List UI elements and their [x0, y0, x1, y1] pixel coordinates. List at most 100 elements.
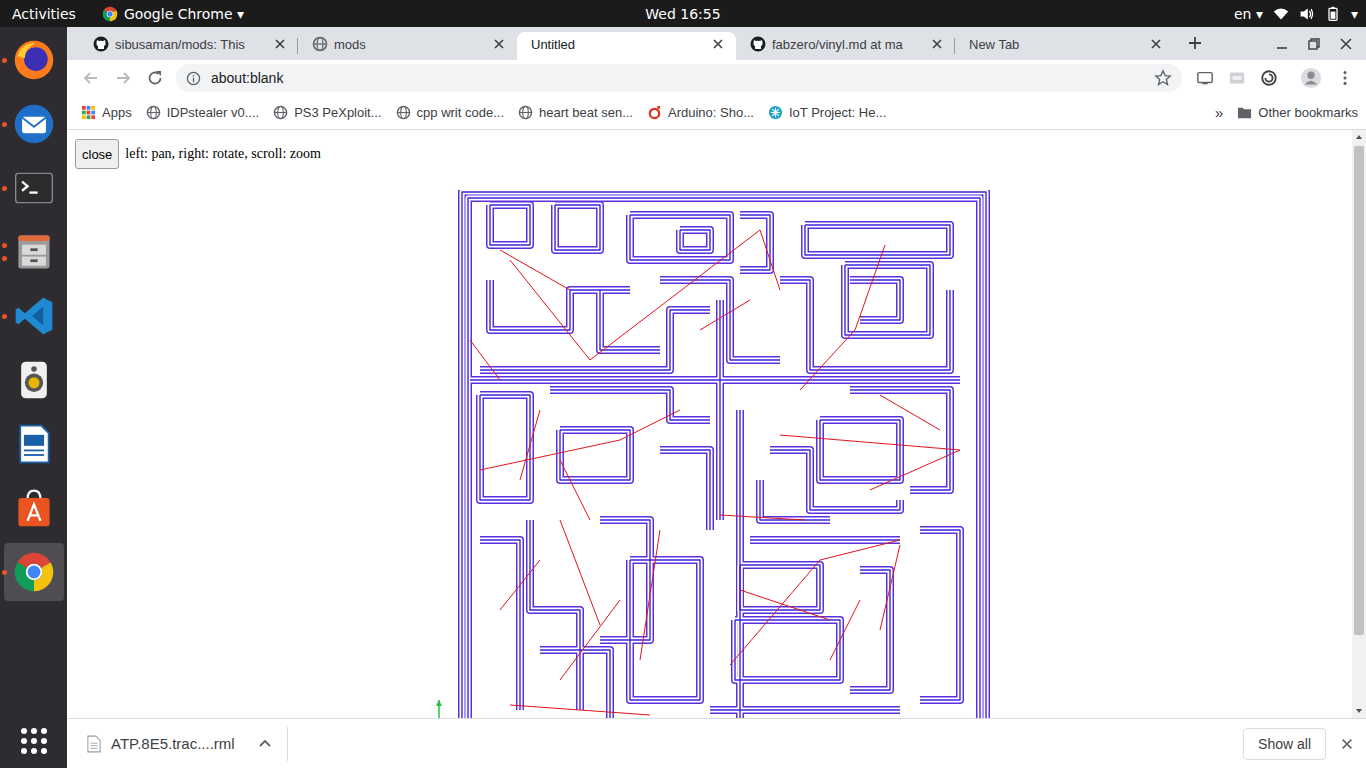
- toolpath-trace-center: [462, 192, 986, 718]
- info-icon[interactable]: [186, 71, 201, 86]
- toolpath-trace-gap: [530, 520, 580, 710]
- tab-close-icon[interactable]: [710, 36, 726, 52]
- dock-item[interactable]: [4, 543, 64, 601]
- toolpath-trace-center: [600, 520, 650, 640]
- toolpath-trace-center: [480, 310, 710, 370]
- toolpath-trace-gap: [920, 530, 960, 700]
- system-menu-arrow[interactable]: ▾: [1351, 6, 1358, 22]
- rapid-move: [870, 450, 960, 490]
- toolpath-trace-center: [490, 205, 530, 245]
- tab-close-icon[interactable]: [1148, 36, 1164, 52]
- bookmark[interactable]: IoT Project: He...: [768, 105, 886, 120]
- bookmark[interactable]: cpp writ code...: [396, 105, 504, 120]
- dock-item[interactable]: [4, 95, 64, 153]
- show-all-button[interactable]: Show all: [1243, 728, 1326, 760]
- rhythmbox-icon: [12, 358, 56, 402]
- bookmark[interactable]: heart beat sen...: [518, 105, 633, 120]
- tab[interactable]: Untitled: [517, 32, 736, 60]
- scrollbar-thumb[interactable]: [1354, 146, 1364, 635]
- tab[interactable]: New Tab: [955, 32, 1174, 60]
- toolpath-trace-center: [468, 198, 980, 718]
- rapid-move: [855, 245, 885, 330]
- activities-button[interactable]: Activities: [12, 6, 76, 22]
- toolpath-trace-gap: [738, 410, 743, 718]
- tab[interactable]: mods: [298, 32, 517, 60]
- cast-icon[interactable]: [1196, 69, 1214, 87]
- dock-item[interactable]: [4, 351, 64, 409]
- toolpath-trace: [920, 530, 960, 700]
- toolpath-trace-center: [560, 430, 630, 480]
- scroll-up-icon[interactable]: [1352, 130, 1366, 144]
- toolpath-trace-center: [770, 450, 900, 510]
- toolpath-trace-center: [845, 265, 930, 335]
- toolpath-trace-center: [850, 280, 900, 320]
- bookmark[interactable]: PS3 PeXploit...: [273, 105, 381, 120]
- show-applications-button[interactable]: [0, 726, 67, 756]
- globe-icon: [273, 105, 288, 120]
- toolpath-trace-gap: [600, 290, 660, 350]
- toolpath-trace-center: [760, 480, 830, 520]
- tab-close-icon[interactable]: [929, 36, 945, 52]
- dock-item[interactable]: [4, 415, 64, 473]
- language-indicator[interactable]: en ▾: [1234, 6, 1263, 22]
- toolpath-trace-gap: [710, 708, 900, 713]
- close-window-icon[interactable]: [1338, 36, 1354, 52]
- new-tab-icon[interactable]: [1187, 35, 1203, 51]
- address-bar[interactable]: about:blank: [176, 64, 1182, 92]
- toolpath-trace: [480, 310, 710, 370]
- dock-item[interactable]: [4, 287, 64, 345]
- battery-icon: [1325, 6, 1341, 22]
- chevron-up-icon[interactable]: [257, 736, 273, 752]
- minimize-icon[interactable]: [1274, 36, 1290, 52]
- back-arrow-icon[interactable]: [75, 68, 107, 88]
- chrome-icon: [12, 550, 56, 594]
- profile-icon[interactable]: [1300, 67, 1322, 89]
- bookmark[interactable]: Apps: [81, 105, 132, 120]
- toolpath-preview[interactable]: [430, 190, 990, 718]
- bookmarks-bar: Apps IDPstealer v0.... PS3 PeXploit... cpp …: [67, 96, 1366, 130]
- toolpath-trace-center: [780, 280, 950, 370]
- toolpath-trace-gap: [780, 280, 950, 370]
- toolpath-trace-center: [660, 280, 780, 360]
- toolbar: about:blank: [67, 60, 1366, 96]
- toolpath-trace-gap: [600, 520, 650, 640]
- reload-icon[interactable]: [139, 68, 171, 88]
- other-bookmarks[interactable]: Other bookmarks: [1237, 105, 1358, 120]
- tab-close-icon[interactable]: [272, 36, 288, 52]
- scrollbar[interactable]: [1352, 130, 1366, 718]
- download-item[interactable]: ATP.8E5.trac....rml: [87, 735, 273, 753]
- close-button[interactable]: close: [75, 139, 119, 169]
- toolpath-trace: [490, 205, 530, 245]
- clock[interactable]: Wed 16:55: [645, 6, 720, 22]
- scroll-down-icon[interactable]: [1352, 704, 1366, 718]
- globe-icon: [518, 105, 533, 120]
- extension-icon[interactable]: [1260, 69, 1278, 87]
- bookmark-star-icon[interactable]: [1154, 69, 1172, 87]
- toolpath-trace: [530, 520, 580, 710]
- dock-item[interactable]: [4, 479, 64, 537]
- toolpath-trace-center: [739, 410, 740, 718]
- dock-item[interactable]: [4, 223, 64, 281]
- bookmark[interactable]: IDPstealer v0....: [146, 105, 259, 120]
- tab-close-icon[interactable]: [491, 36, 507, 52]
- thunderbird-icon: [12, 102, 56, 146]
- app-menu[interactable]: Google Chrome ▾: [102, 6, 244, 22]
- dock-item[interactable]: [4, 159, 64, 217]
- rapid-move: [470, 340, 500, 380]
- bookmarks-overflow-button[interactable]: »: [1215, 104, 1223, 121]
- toolpath-trace-gap: [805, 225, 950, 255]
- tab[interactable]: fabzero/vinyl.md at ma: [736, 32, 955, 60]
- tab[interactable]: sibusaman/mods: This: [79, 32, 298, 60]
- menu-dots-icon[interactable]: [1336, 69, 1354, 87]
- restore-icon[interactable]: [1306, 36, 1322, 52]
- forward-arrow-icon[interactable]: [107, 68, 139, 88]
- vscode-icon: [12, 294, 56, 338]
- close-icon[interactable]: [1340, 737, 1354, 751]
- bookmark[interactable]: Arduino: Sho...: [647, 105, 754, 120]
- system-menu[interactable]: en ▾ ▾: [1234, 6, 1358, 22]
- toolpath-trace-center: [630, 560, 700, 700]
- extension-icon[interactable]: [1228, 69, 1246, 87]
- dock-item[interactable]: [4, 31, 64, 89]
- toolpath-trace-gap: [760, 480, 830, 520]
- toolpath-trace: [470, 376, 960, 384]
